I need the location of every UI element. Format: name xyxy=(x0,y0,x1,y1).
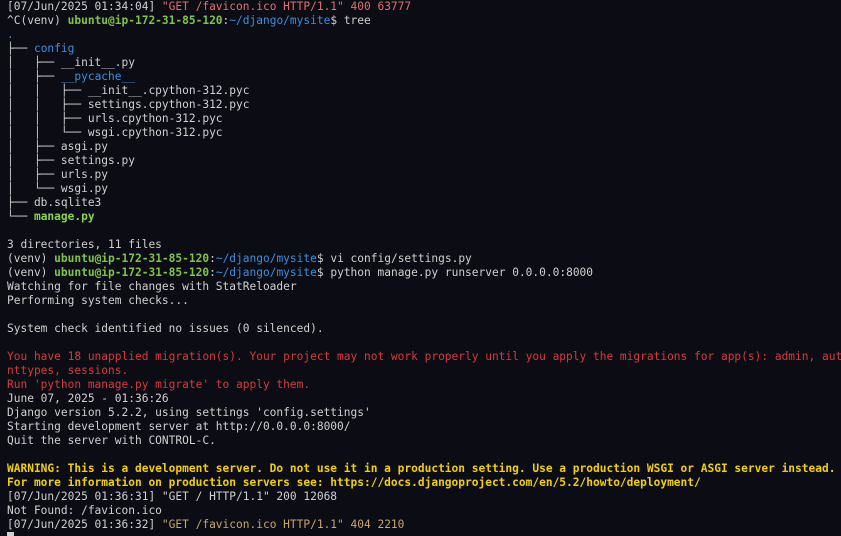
path-text: __pycache__ xyxy=(60,70,135,83)
terminal-line: nttypes, sessions. xyxy=(7,364,841,378)
output-text: Watching for file changes with StatReloa… xyxy=(7,280,297,293)
output-text: (venv) xyxy=(7,266,55,279)
output-text: 3 directories, 11 files xyxy=(7,238,162,251)
terminal-line: WARNING: This is a development server. D… xyxy=(7,462,841,476)
output-text: Not Found: /favicon.ico xyxy=(7,504,162,517)
terminal-line: [07/Jun/2025 01:34:04] "GET /favicon.ico… xyxy=(7,0,841,14)
output-text: [07/Jun/2025 01:34:04] xyxy=(7,0,162,13)
terminal-line: │ ├── __init__.py xyxy=(7,56,841,70)
path-text: ~/django/mysite xyxy=(215,252,317,265)
output-text: └── xyxy=(7,210,34,223)
terminal-line: (venv) ubuntu@ip-172-31-85-120:~/django/… xyxy=(7,252,841,266)
output-text: $ tree xyxy=(330,14,371,27)
path-text: ~/django/mysite xyxy=(215,266,317,279)
output-text: : xyxy=(209,266,216,279)
terminal-line: └── manage.py xyxy=(7,210,841,224)
terminal-window[interactable]: [07/Jun/2025 01:34:04] "GET /favicon.ico… xyxy=(0,0,841,536)
prompt-user-host: ubuntu@ip-172-31-85-120 xyxy=(67,14,223,27)
terminal-line: Starting development server at http://0.… xyxy=(7,420,841,434)
output-text: │ ├── __init__.py xyxy=(7,56,135,69)
output-text: (venv) xyxy=(7,252,55,265)
terminal-line: │ ├── urls.py xyxy=(7,168,841,182)
output-text: Quit the server with CONTROL-C. xyxy=(7,434,216,447)
terminal-line: . xyxy=(7,28,841,42)
warning-text: For more information on production serve… xyxy=(7,476,701,489)
terminal-line: Watching for file changes with StatReloa… xyxy=(7,280,841,294)
terminal-line: Performing system checks... xyxy=(7,294,841,308)
executable-file: manage.py xyxy=(33,210,95,223)
output-text: ^C(venv) xyxy=(7,14,68,27)
terminal-line: For more information on production serve… xyxy=(7,476,841,490)
terminal-line: │ └── wsgi.py xyxy=(7,182,841,196)
output-text: │ │ ├── __init__.cpython-312.pyc xyxy=(7,84,250,97)
terminal-line: 3 directories, 11 files xyxy=(7,238,841,252)
output-text: │ ├── urls.py xyxy=(7,168,109,181)
output-text: ├── xyxy=(7,42,34,55)
terminal-line: │ ├── __pycache__ xyxy=(7,70,841,84)
output-text: │ ├── settings.py xyxy=(7,154,135,167)
output-text: June 07, 2025 - 01:36:26 xyxy=(7,392,169,405)
cursor-line xyxy=(7,532,841,536)
output-text: ├── db.sqlite3 xyxy=(7,196,102,209)
terminal-line: │ │ ├── __init__.cpython-312.pyc xyxy=(7,84,841,98)
output-text: │ │ ├── urls.cpython-312.pyc xyxy=(7,112,223,125)
output-text: Starting development server at http://0.… xyxy=(7,420,351,433)
terminal-line: [07/Jun/2025 01:36:31] "GET / HTTP/1.1" … xyxy=(7,490,841,504)
terminal-line: (venv) ubuntu@ip-172-31-85-120:~/django/… xyxy=(7,266,841,280)
warning-text: WARNING: This is a development server. D… xyxy=(7,462,836,475)
output-text: Performing system checks... xyxy=(7,294,189,307)
output-text: │ │ └── wsgi.cpython-312.pyc xyxy=(7,126,223,139)
terminal-line: Run 'python manage.py migrate' to apply … xyxy=(7,378,841,392)
terminal-line: System check identified no issues (0 sil… xyxy=(7,322,841,336)
terminal-line: ├── db.sqlite3 xyxy=(7,196,841,210)
output-text: │ ├── xyxy=(7,70,61,83)
http-log-404: "GET /favicon.ico HTTP/1.1" 404 2210 xyxy=(161,518,405,531)
path-text: config xyxy=(33,42,75,55)
output-text: Django version 5.2.2, using settings 'co… xyxy=(7,406,371,419)
error-text: nttypes, sessions. xyxy=(7,364,129,377)
terminal-line: [07/Jun/2025 01:36:32] "GET /favicon.ico… xyxy=(7,518,841,532)
terminal-line: Not Found: /favicon.ico xyxy=(7,504,841,518)
terminal-line: June 07, 2025 - 01:36:26 xyxy=(7,392,841,406)
terminal-line: Quit the server with CONTROL-C. xyxy=(7,434,841,448)
terminal-line: ^C(venv) ubuntu@ip-172-31-85-120:~/djang… xyxy=(7,14,841,28)
output-text: │ │ ├── settings.cpython-312.pyc xyxy=(7,98,250,111)
path-text: ~/django/mysite xyxy=(229,14,331,27)
output-text: $ vi config/settings.py xyxy=(316,252,472,265)
terminal-line: │ ├── asgi.py xyxy=(7,140,841,154)
terminal-line: │ │ ├── settings.cpython-312.pyc xyxy=(7,98,841,112)
output-text: System check identified no issues (0 sil… xyxy=(7,322,324,335)
terminal-line: │ │ ├── urls.cpython-312.pyc xyxy=(7,112,841,126)
text-cursor xyxy=(7,532,14,536)
output-text: $ python manage.py runserver 0.0.0.0:800… xyxy=(316,266,594,279)
terminal-line: │ │ └── wsgi.cpython-312.pyc xyxy=(7,126,841,140)
error-text: You have 18 unapplied migration(s). Your… xyxy=(7,350,841,363)
terminal-line: ├── config xyxy=(7,42,841,56)
path-text: . xyxy=(7,28,14,41)
http-log-400: "GET /favicon.ico HTTP/1.1" 400 63777 xyxy=(161,0,412,13)
terminal-line: │ ├── settings.py xyxy=(7,154,841,168)
terminal-line: You have 18 unapplied migration(s). Your… xyxy=(7,350,841,364)
output-text: [07/Jun/2025 01:36:32] xyxy=(7,518,162,531)
output-text: │ └── wsgi.py xyxy=(7,182,109,195)
output-text: : xyxy=(209,252,216,265)
output-text: │ ├── asgi.py xyxy=(7,140,109,153)
output-text: [07/Jun/2025 01:36:31] "GET / HTTP/1.1" … xyxy=(7,490,338,503)
error-text: Run 'python manage.py migrate' to apply … xyxy=(7,378,311,391)
prompt-user-host: ubuntu@ip-172-31-85-120 xyxy=(54,252,210,265)
prompt-user-host: ubuntu@ip-172-31-85-120 xyxy=(54,266,210,279)
terminal-line: Django version 5.2.2, using settings 'co… xyxy=(7,406,841,420)
